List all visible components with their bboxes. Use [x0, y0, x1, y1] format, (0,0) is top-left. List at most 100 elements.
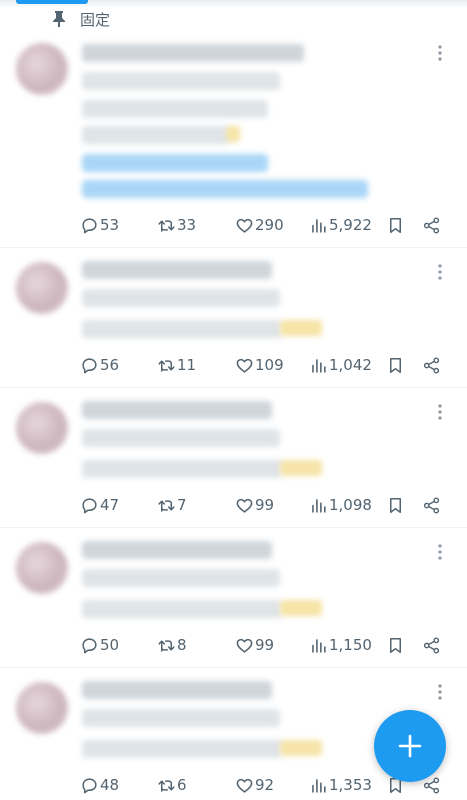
reply-count: 56 — [100, 356, 120, 374]
view-count: 1,150 — [329, 636, 372, 654]
share-button[interactable] — [422, 353, 441, 377]
reply-count: 53 — [100, 216, 120, 234]
blurred-text-line — [82, 126, 230, 144]
views-button[interactable]: 1,353 — [309, 773, 372, 797]
avatar[interactable] — [16, 402, 68, 454]
retweet-count: 33 — [177, 216, 197, 234]
share-button[interactable] — [422, 493, 441, 517]
reply-button[interactable]: 47 — [80, 493, 119, 517]
share-button[interactable] — [422, 633, 441, 657]
blurred-text-line — [82, 740, 282, 758]
reply-button[interactable]: 50 — [80, 633, 119, 657]
like-button[interactable]: 109 — [235, 353, 284, 377]
blurred-author-name — [82, 681, 272, 699]
tweet-divider — [0, 247, 467, 248]
heart-icon — [236, 638, 253, 653]
speech-bubble-icon — [82, 637, 97, 653]
views-button[interactable]: 5,922 — [309, 213, 372, 237]
blurred-text-line — [82, 569, 280, 587]
avatar[interactable] — [16, 682, 68, 734]
retweet-arrows-icon — [158, 639, 175, 652]
retweet-count: 8 — [177, 636, 187, 654]
bookmark-button[interactable] — [386, 213, 405, 237]
blurred-author-name — [82, 44, 304, 62]
reply-button[interactable]: 48 — [80, 773, 119, 797]
bar-chart-icon — [312, 778, 326, 793]
retweet-count: 6 — [177, 776, 187, 794]
blurred-emoji — [280, 740, 322, 756]
bookmark-button[interactable] — [386, 353, 405, 377]
retweet-button[interactable]: 7 — [157, 493, 187, 517]
like-button[interactable]: 92 — [235, 773, 274, 797]
blurred-emoji — [280, 600, 322, 616]
reply-count: 50 — [100, 636, 120, 654]
share-button[interactable] — [422, 213, 441, 237]
view-count: 5,922 — [329, 216, 372, 234]
compose-button[interactable] — [374, 710, 446, 782]
blurred-text-line — [82, 429, 280, 447]
reply-button[interactable]: 56 — [80, 353, 119, 377]
bookmark-icon — [389, 497, 402, 513]
view-count: 1,098 — [329, 496, 372, 514]
views-button[interactable]: 1,098 — [309, 493, 372, 517]
retweet-button[interactable]: 11 — [157, 353, 196, 377]
blurred-emoji — [226, 126, 240, 142]
retweet-arrows-icon — [158, 779, 175, 792]
more-options-button[interactable] — [430, 682, 450, 702]
tweet-actions: 50 8 99 1,150 — [0, 633, 467, 657]
like-button[interactable]: 290 — [235, 213, 284, 237]
share-icon — [423, 637, 440, 653]
pin-icon — [53, 11, 65, 27]
view-count: 1,353 — [329, 776, 372, 794]
more-options-button[interactable] — [430, 43, 450, 63]
heart-icon — [236, 218, 253, 233]
tweet-actions: 56 11 109 1,042 — [0, 353, 467, 377]
share-icon — [423, 497, 440, 513]
like-button[interactable]: 99 — [235, 493, 274, 517]
avatar[interactable] — [16, 542, 68, 594]
blurred-text-line — [82, 709, 280, 727]
pinned-header: 固定 — [52, 9, 110, 29]
like-count: 290 — [255, 216, 284, 234]
like-button[interactable]: 99 — [235, 633, 274, 657]
bar-chart-icon — [312, 218, 326, 233]
more-options-button[interactable] — [430, 262, 450, 282]
vertical-dots-icon — [438, 264, 442, 280]
blurred-text-line — [82, 100, 268, 118]
share-icon — [423, 217, 440, 233]
reply-count: 48 — [100, 776, 120, 794]
reply-count: 47 — [100, 496, 120, 514]
heart-icon — [236, 358, 253, 373]
bookmark-button[interactable] — [386, 493, 405, 517]
blurred-text-line — [82, 460, 282, 478]
bar-chart-icon — [312, 638, 326, 653]
bar-chart-icon — [312, 358, 326, 373]
vertical-dots-icon — [438, 45, 442, 61]
bookmark-button[interactable] — [386, 633, 405, 657]
tweet-divider — [0, 387, 467, 388]
tweet-actions: 47 7 99 1,098 — [0, 493, 467, 517]
more-options-button[interactable] — [430, 402, 450, 422]
active-tab-indicator — [16, 0, 88, 4]
views-button[interactable]: 1,042 — [309, 353, 372, 377]
avatar[interactable] — [16, 43, 68, 95]
reply-button[interactable]: 53 — [80, 213, 119, 237]
tweet-divider — [0, 667, 467, 668]
tweet-divider — [0, 527, 467, 528]
blurred-link-line[interactable] — [82, 180, 368, 198]
vertical-dots-icon — [438, 544, 442, 560]
retweet-button[interactable]: 8 — [157, 633, 187, 657]
heart-icon — [236, 778, 253, 793]
bookmark-icon — [389, 637, 402, 653]
tweet-actions: 53 33 290 5,922 — [0, 213, 467, 237]
retweet-button[interactable]: 6 — [157, 773, 187, 797]
more-options-button[interactable] — [430, 542, 450, 562]
retweet-button[interactable]: 33 — [157, 213, 196, 237]
blurred-link-line[interactable] — [82, 154, 268, 172]
speech-bubble-icon — [82, 357, 97, 373]
blurred-text-line — [82, 600, 282, 618]
like-count: 92 — [255, 776, 275, 794]
bookmark-icon — [389, 357, 402, 373]
views-button[interactable]: 1,150 — [309, 633, 372, 657]
avatar[interactable] — [16, 262, 68, 314]
